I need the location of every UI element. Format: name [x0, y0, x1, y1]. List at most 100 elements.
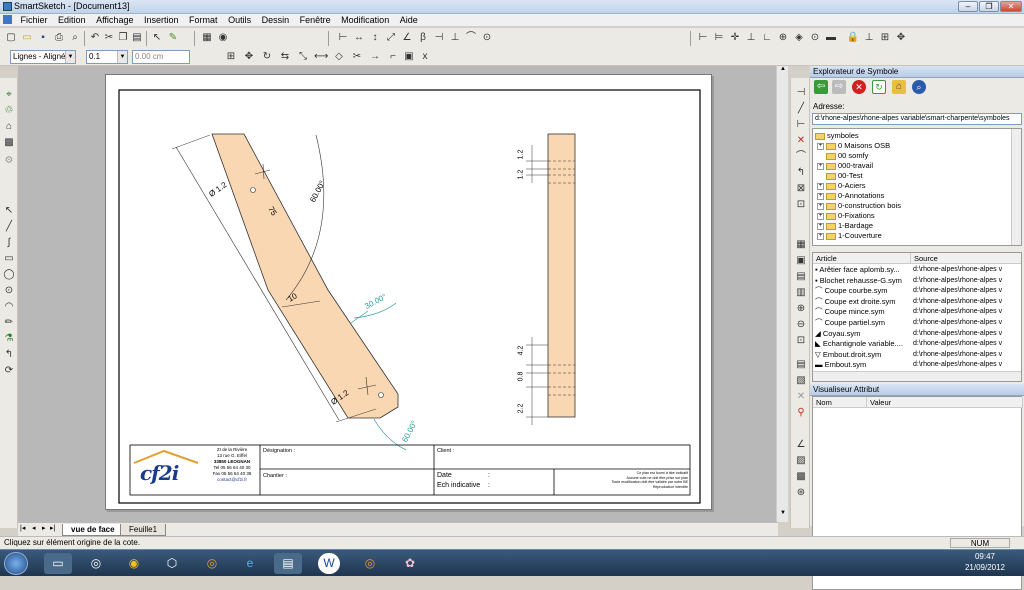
snap-midpoint-icon[interactable]: ⊨ [712, 31, 726, 45]
pattern-tool-icon[interactable]: ▩ [794, 470, 808, 484]
properties-tool-icon[interactable]: ⊛ [794, 486, 808, 500]
menu-insertion[interactable]: Insertion [140, 14, 183, 26]
pin-tool-icon[interactable]: ⚲ [794, 406, 808, 420]
rotate-icon[interactable]: ↻ [260, 50, 274, 64]
zoom-fit-icon[interactable]: ⊡ [794, 334, 808, 348]
view-tool-1-icon[interactable]: ▦ [794, 238, 808, 252]
menu-fichier[interactable]: Fichier [17, 14, 52, 26]
list-item[interactable]: ⌒ Coupe courbe.sym d:\rhone-alpes\rhone-a… [813, 286, 1021, 297]
circle-tool-icon[interactable]: ◯ [2, 268, 16, 282]
tree-item[interactable]: +000-travail [817, 161, 873, 171]
media-taskbar-icon[interactable]: ◎ [82, 553, 110, 574]
restore-button[interactable]: ❐ [979, 1, 999, 12]
pencil-tool-icon[interactable]: ✏ [2, 316, 16, 330]
back-icon[interactable]: ⇦ [814, 80, 828, 94]
forward-icon[interactable]: ⇨ [832, 80, 846, 94]
toolbar-close-button[interactable]: x [418, 50, 432, 64]
column-source[interactable]: Source [911, 253, 1021, 264]
close-button[interactable]: ✕ [1000, 1, 1022, 12]
minimize-button[interactable]: – [958, 1, 978, 12]
menu-affichage[interactable]: Affichage [92, 14, 137, 26]
tree-item[interactable]: +1-Bardage [817, 221, 873, 231]
mirror-icon[interactable]: ⇆ [278, 50, 292, 64]
hatch-tool-icon[interactable]: ▨ [794, 454, 808, 468]
view-tool-2-icon[interactable]: ▣ [794, 254, 808, 268]
list-item[interactable]: ▪ Blochet rehausse-G.sym d:\rhone-alpes\r… [813, 276, 1021, 287]
app-taskbar-icon[interactable]: ◎ [198, 553, 226, 574]
address-input[interactable]: d:\rhone-alpes\rhone-alpes variable\smar… [812, 113, 1022, 125]
fill-tool-icon[interactable]: ⚗ [2, 332, 16, 346]
app2-taskbar-icon[interactable]: ▤ [274, 553, 302, 574]
dim-tool-8-icon[interactable]: ⊡ [794, 198, 808, 212]
trim-icon[interactable]: ✂ [350, 50, 364, 64]
move-icon[interactable]: ✥ [242, 50, 256, 64]
list-item[interactable]: ⌒ Coupe ext droite.sym d:\rhone-alpes\rho… [813, 297, 1021, 308]
column-article[interactable]: Article [813, 253, 911, 264]
grid-icon[interactable]: ⊞ [878, 31, 892, 45]
copy-icon[interactable]: ❐ [116, 31, 130, 45]
line-tool-icon[interactable]: ╱ [2, 220, 16, 234]
preview-icon[interactable]: ⌕ [68, 31, 82, 45]
new-icon[interactable]: ▢ [4, 31, 18, 45]
app3-taskbar-icon[interactable]: ◎ [356, 553, 384, 574]
dim-vertical-icon[interactable]: ↕ [368, 31, 382, 45]
delete-tool-icon[interactable]: ✕ [794, 390, 808, 404]
curve-tool-icon[interactable]: ∫ [2, 236, 16, 250]
snap-perpendicular-icon[interactable]: ⊥ [744, 31, 758, 45]
scroll-up-icon[interactable]: ▲ [778, 66, 788, 76]
menu-edition[interactable]: Edition [54, 14, 90, 26]
list-item[interactable]: ▽ Embout.droit.sym d:\rhone-alpes\rhone-a… [813, 350, 1021, 361]
print-icon[interactable]: ⎙ [52, 31, 66, 45]
column-nom[interactable]: Nom [813, 397, 867, 408]
select-icon[interactable]: ↖ [150, 31, 164, 45]
stop-icon[interactable]: ✕ [852, 80, 866, 94]
dim-chain-icon[interactable]: ⊣ [432, 31, 446, 45]
menu-dessin[interactable]: Dessin [258, 14, 294, 26]
offset-icon[interactable]: ◇ [332, 50, 346, 64]
scale-icon[interactable]: ⤡ [296, 50, 310, 64]
dim-tool-4-icon[interactable]: ✕ [794, 134, 808, 148]
three-point-arc-tool-icon[interactable]: ⟳ [2, 364, 16, 378]
dim-tool-5-icon[interactable]: ⌒ [794, 150, 808, 164]
symbol-list[interactable]: Article Source ▪ Arêtier face aplomb.sy.… [812, 252, 1022, 382]
polar-icon[interactable]: ✥ [894, 31, 908, 45]
dim-arc-icon[interactable]: ⌒ [464, 31, 478, 45]
home-icon[interactable]: ⌂ [892, 80, 906, 94]
grid-tool-icon[interactable]: ▩ [2, 136, 16, 150]
tree-item[interactable]: +00 somfy [817, 151, 868, 161]
rectangle-tool-icon[interactable]: ▭ [2, 252, 16, 266]
tangent-arc-tool-icon[interactable]: ↰ [2, 348, 16, 362]
view-tool-3-icon[interactable]: ▤ [794, 270, 808, 284]
tab-vue-de-face[interactable]: vue de face [62, 524, 124, 536]
tree-item[interactable]: +0-Aciers [817, 181, 866, 191]
tab-first-icon[interactable]: |◂ [20, 524, 25, 532]
menu-format[interactable]: Format [185, 14, 222, 26]
scroll-down-icon[interactable]: ▼ [778, 510, 788, 520]
list-item[interactable]: ▪ Arêtier face aplomb.sy... d:\rhone-alpe… [813, 265, 1021, 276]
menu-outils[interactable]: Outils [224, 14, 255, 26]
line-style-combo[interactable]: Lignes - Alignée ▼ [10, 50, 76, 64]
dim-radius-icon[interactable]: β [416, 31, 430, 45]
dim-coord-icon[interactable]: ⊥ [448, 31, 462, 45]
snap-quadrant-icon[interactable]: ◈ [792, 31, 806, 45]
zoom-out-icon[interactable]: ⊖ [794, 318, 808, 332]
relation-icon[interactable]: ⊞ [224, 50, 238, 64]
dimension-icon[interactable]: ⊢ [336, 31, 350, 45]
dim-tool-7-icon[interactable]: ⊠ [794, 182, 808, 196]
select-tool-icon[interactable]: ↖ [2, 204, 16, 218]
chrome-taskbar-icon[interactable]: ◉ [120, 553, 148, 574]
zoom-in-icon[interactable]: ⊕ [794, 302, 808, 316]
tree-item[interactable]: +0-construction bois [817, 201, 901, 211]
save-icon[interactable]: ▪ [36, 31, 50, 45]
snap-nearest-icon[interactable]: ▬ [824, 31, 838, 45]
extend-icon[interactable]: → [368, 50, 382, 64]
snap-tangent-icon[interactable]: ∟ [760, 31, 774, 45]
recycle-tool-icon[interactable]: ♲ [2, 104, 16, 118]
ie-taskbar-icon[interactable]: e [236, 553, 264, 574]
dim-tool-3-icon[interactable]: ⊢ [794, 118, 808, 132]
acrobat-taskbar-icon[interactable]: ⬡ [158, 553, 186, 574]
snap-endpoint-icon[interactable]: ⊢ [696, 31, 710, 45]
tree-scrollbar[interactable] [1011, 129, 1021, 245]
ortho-icon[interactable]: ⊥ [862, 31, 876, 45]
ellipse-tool-icon[interactable]: ⊙ [2, 284, 16, 298]
